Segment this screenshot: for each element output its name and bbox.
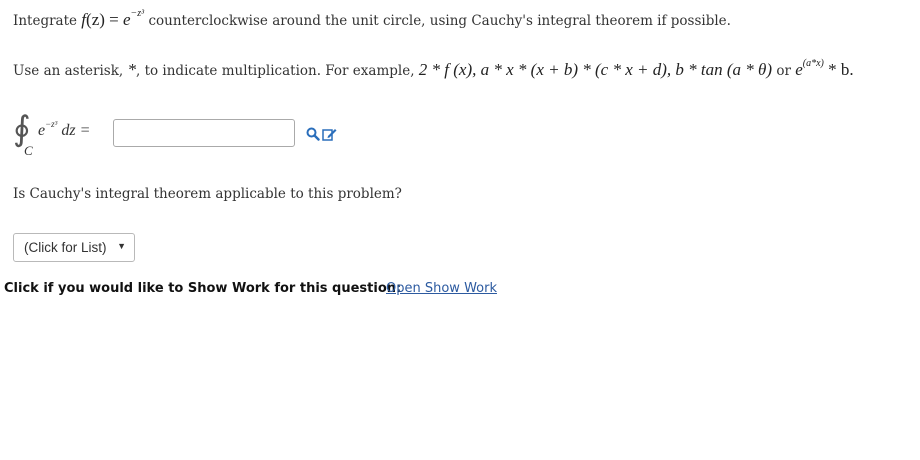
intro-prefix: Integrate: [13, 13, 77, 29]
contour-label: C: [24, 143, 33, 158]
question-intro: Integrate f(z) = e−z³ counterclockwise a…: [13, 8, 731, 30]
applicability-dropdown[interactable]: (Click for List) ▼: [13, 233, 135, 262]
integrand: e−z³ dz =: [38, 119, 91, 140]
answer-input[interactable]: [113, 119, 295, 147]
answer-tools: [306, 127, 337, 141]
dropdown-selected-value: (Click for List): [24, 240, 107, 255]
contour-integral: ∮ C e−z³ dz =: [13, 110, 113, 160]
dropdown-caret-icon: ▼: [117, 241, 126, 251]
applicability-question: Is Cauchy's integral theorem applicable …: [13, 186, 402, 202]
multiplication-instructions: Use an asterisk, *, to indicate multipli…: [13, 58, 854, 80]
contour-integral-symbol: ∮: [13, 109, 31, 149]
example-expression: 2 * f (x), a * x * (x + b) * (c * x + d)…: [418, 60, 773, 79]
open-show-work-link[interactable]: Open Show Work: [386, 281, 497, 296]
asterisk-symbol: *: [127, 60, 136, 79]
intro-suffix: counterclockwise around the unit circle,…: [148, 13, 731, 29]
edit-pencil-icon[interactable]: [322, 127, 337, 141]
preview-magnifier-icon[interactable]: [306, 127, 320, 141]
show-work-label: Click if you would like to Show Work for…: [4, 281, 402, 296]
example-exponential: e(a*x) * b.: [795, 58, 854, 80]
function-expression: f(z) = e−z³: [81, 8, 145, 30]
